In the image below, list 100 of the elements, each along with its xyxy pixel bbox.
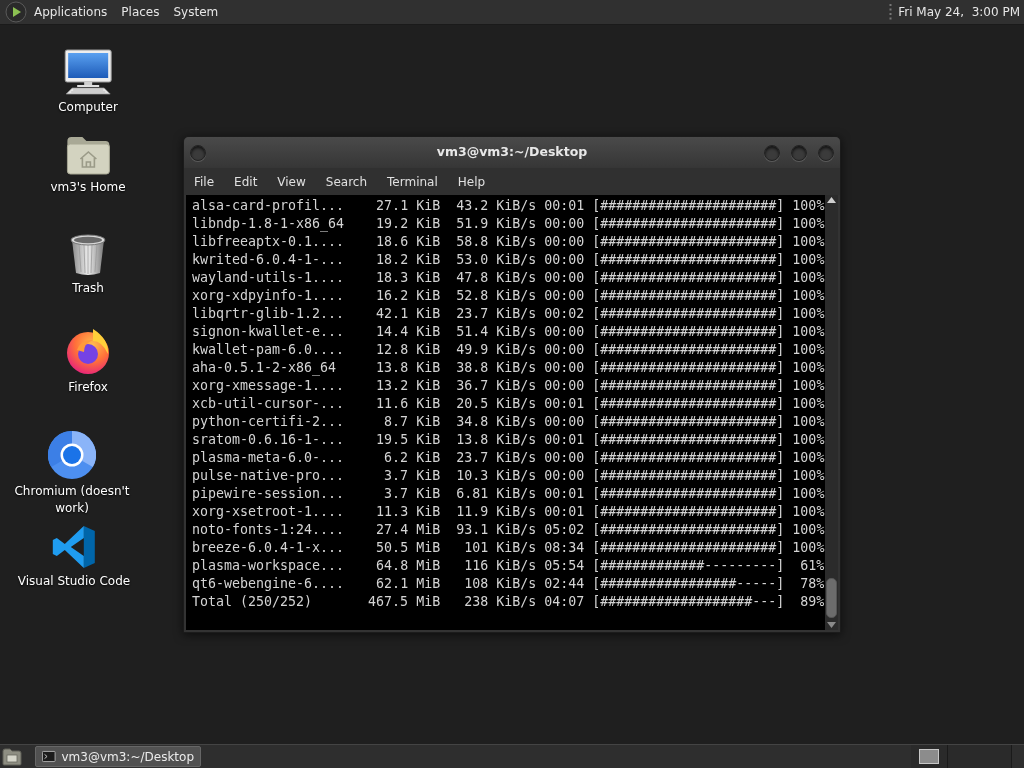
window-button[interactable]: [764, 144, 780, 161]
download-size: 14.4 KiB: [376, 323, 441, 341]
panel-menu[interactable]: System: [169, 0, 223, 25]
percentage: 100%: [792, 233, 825, 251]
download-size: 64.8 MiB: [376, 557, 441, 575]
package-name: xorg-xsetroot-1....: [192, 503, 345, 521]
desktop-icon[interactable]: [2, 747, 22, 766]
triangle-logo-icon[interactable]: [5, 1, 27, 23]
desktop-shortcut[interactable]: Chromium (doesn't work): [6, 429, 138, 517]
computer-monitor-icon: [64, 49, 112, 95]
transfer-rate: 38.8 KiB/s: [456, 359, 537, 377]
hash-marks-text: [######################]: [592, 269, 785, 287]
download-size: 12.8 KiB: [376, 341, 441, 359]
title-bar[interactable]: vm3@vm3:~/Desktop: [184, 137, 840, 168]
clock[interactable]: Fri May 24, 3:00 PM: [898, 3, 1020, 21]
download-size: 3.7 KiB: [384, 467, 441, 485]
time-remaining: 00:00: [544, 251, 585, 269]
transfer-rate: 36.7 KiB/s: [456, 377, 537, 395]
hash-marks-text: [######################]: [592, 323, 785, 341]
desktop-shortcut[interactable]: vm3's Home: [50, 125, 126, 196]
transfer-rate: 51.4 KiB/s: [456, 323, 537, 341]
percentage: 61%: [800, 557, 825, 575]
hash-marks-text: [######################]: [592, 467, 785, 485]
transfer-rate: 6.81 KiB/s: [456, 485, 537, 503]
desktop-shortcut[interactable]: Computer: [58, 45, 118, 116]
window-thumbnail-icon: [919, 749, 939, 764]
total-label: Total (250/252): [192, 593, 313, 611]
percentage: 100%: [792, 269, 825, 287]
time-remaining: 00:00: [544, 233, 585, 251]
transfer-rate: 11.9 KiB/s: [456, 503, 537, 521]
time-remaining: 05:02: [544, 521, 585, 539]
transfer-rate: 58.8 KiB/s: [456, 233, 537, 251]
taskbar-button[interactable]: vm3@vm3:~/Desktop: [35, 746, 201, 767]
percentage: 100%: [792, 287, 825, 305]
desktop-shortcut[interactable]: Trash: [69, 226, 107, 297]
transfer-rate: 53.0 KiB/s: [456, 251, 537, 269]
grip-dots-icon: [889, 4, 893, 20]
menu-item[interactable]: Edit: [228, 169, 264, 194]
window-button[interactable]: [190, 144, 206, 161]
package-name: qt6-webengine-6....: [192, 575, 345, 593]
window-button[interactable]: [791, 144, 807, 161]
transfer-rate: 23.7 KiB/s: [456, 449, 537, 467]
percentage: 100%: [792, 521, 825, 539]
hash-marks-text: [######################]: [592, 485, 785, 503]
window-button[interactable]: [818, 144, 834, 161]
transfer-rate: 13.8 KiB/s: [456, 431, 537, 449]
package-name: sratom-0.6.16-1-...: [192, 431, 345, 449]
percentage: 78%: [800, 575, 825, 593]
package-name: pipewire-session...: [192, 485, 345, 503]
transfer-rate: 108 KiB/s: [464, 575, 537, 593]
package-name: xcb-util-cursor-...: [192, 395, 345, 413]
download-size: 8.7 KiB: [384, 413, 441, 431]
package-name: plasma-workspace...: [192, 557, 345, 575]
download-size: 3.7 KiB: [384, 485, 441, 503]
menu-item[interactable]: Terminal: [381, 169, 444, 194]
scroll-up-arrow-icon[interactable]: [827, 197, 836, 203]
scroll-down-arrow-icon[interactable]: [827, 622, 836, 628]
time-remaining: 00:01: [544, 395, 585, 413]
menu-item[interactable]: Search: [319, 169, 374, 194]
package-name: libqrtr-glib-1.2...: [192, 305, 345, 323]
time-remaining: 00:02: [544, 305, 585, 323]
scroll-thumb[interactable]: [826, 578, 837, 618]
menu-item[interactable]: Help: [451, 169, 492, 194]
hash-marks-text: [######################]: [592, 539, 785, 557]
package-name: kwrited-6.0.4-1-...: [192, 251, 345, 269]
transfer-rate: 238 KiB/s: [464, 593, 537, 611]
desktop-shortcut[interactable]: Firefox: [64, 325, 112, 396]
time-remaining: 00:00: [544, 377, 585, 395]
download-size: 13.8 KiB: [376, 359, 441, 377]
percentage: 100%: [792, 215, 825, 233]
time-remaining: 00:00: [544, 341, 585, 359]
transfer-rate: 10.3 KiB/s: [456, 467, 537, 485]
time-remaining: 00:00: [544, 359, 585, 377]
percentage: 100%: [792, 395, 825, 413]
package-name: pulse-native-pro...: [192, 467, 345, 485]
percentage: 100%: [792, 305, 825, 323]
workspace-pager[interactable]: [911, 745, 1012, 768]
percentage: 89%: [800, 593, 825, 611]
scrollbar[interactable]: [825, 195, 838, 630]
panel-menu[interactable]: Places: [117, 0, 164, 25]
desktop-shortcut[interactable]: Visual Studio Code: [17, 519, 131, 590]
ring-logo-icon: [48, 431, 96, 479]
time-remaining: 00:00: [544, 449, 585, 467]
package-name: python-certifi-2...: [192, 413, 345, 431]
package-name: libfreeaptx-0.1....: [192, 233, 345, 251]
download-size: 50.5 MiB: [376, 539, 441, 557]
menu-item[interactable]: View: [271, 169, 312, 194]
time-remaining: 00:00: [544, 467, 585, 485]
trash-can-icon: [69, 234, 107, 276]
menu-item[interactable]: File: [188, 169, 221, 194]
panel-menu[interactable]: Applications: [30, 0, 112, 25]
hash-marks-text: [###################---]: [592, 593, 785, 611]
percentage: 100%: [792, 485, 825, 503]
package-name: kwallet-pam-6.0....: [192, 341, 345, 359]
hash-marks-text: [######################]: [592, 413, 785, 431]
percentage: 100%: [792, 197, 825, 215]
package-name: plasma-meta-6.0-...: [192, 449, 345, 467]
transfer-rate: 116 KiB/s: [464, 557, 537, 575]
ribbon-logo-icon: [52, 525, 96, 569]
percentage: 100%: [792, 341, 825, 359]
